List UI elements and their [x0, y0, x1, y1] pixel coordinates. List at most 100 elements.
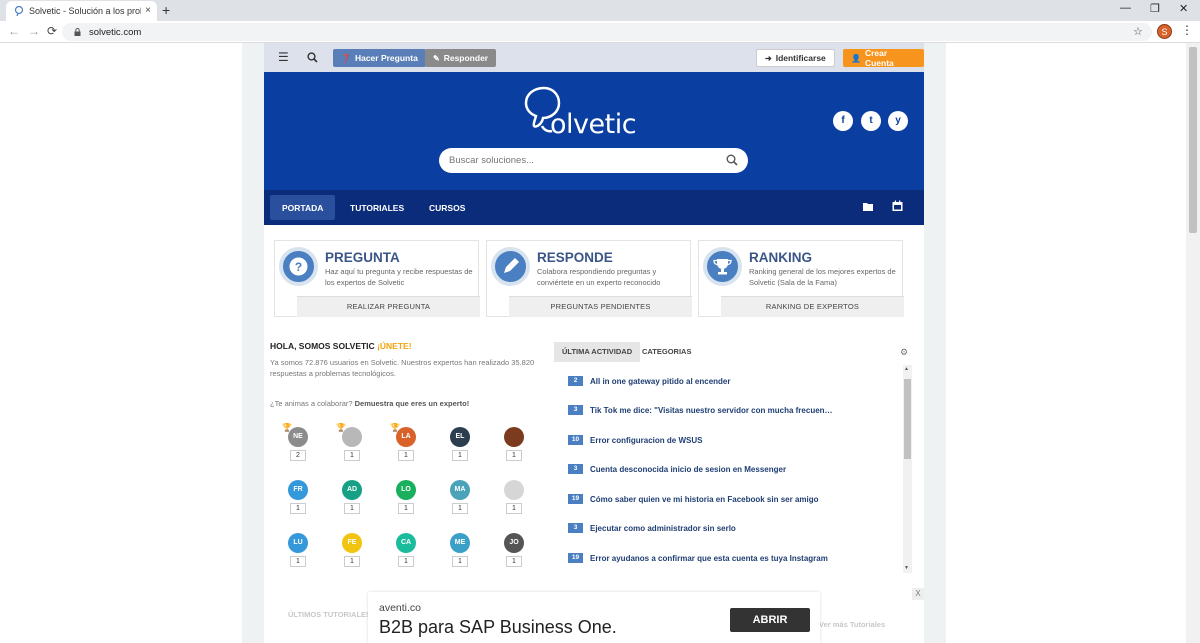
youtube-icon[interactable]: y: [888, 111, 908, 131]
back-arrow-icon[interactable]: ←: [8, 24, 20, 38]
restore-icon[interactable]: ❐: [1150, 2, 1160, 15]
activity-title[interactable]: Error configuracion de WSUS: [590, 436, 702, 445]
ad-banner[interactable]: aventi.co B2B para SAP Business One. ABR…: [368, 592, 820, 643]
nav-cursos[interactable]: CURSOS: [417, 195, 477, 220]
search-submit-icon[interactable]: [726, 154, 738, 166]
reload-icon[interactable]: ⟳: [47, 24, 57, 38]
signup-button[interactable]: 👤 Crear Cuenta: [843, 48, 924, 68]
facebook-icon[interactable]: f: [833, 111, 853, 131]
nav-tutoriales[interactable]: TUTORIALES: [338, 195, 416, 220]
tab-close-icon[interactable]: ×: [145, 5, 151, 16]
pending-questions-button[interactable]: PREGUNTAS PENDIENTES: [509, 296, 692, 317]
expert-user[interactable]: FE 1: [332, 529, 372, 569]
expert-user[interactable]: LO 1: [386, 476, 426, 516]
ad-open-button[interactable]: ABRIR: [730, 608, 810, 632]
avatar[interactable]: [504, 480, 524, 500]
ad-headline[interactable]: B2B para SAP Business One.: [379, 617, 617, 638]
avatar[interactable]: AD: [342, 480, 362, 500]
answer-count: 1: [452, 450, 468, 461]
browser-tabbar: Solvetic - Solución a los problemas × + …: [0, 0, 1200, 21]
new-tab-icon[interactable]: +: [162, 2, 170, 18]
avatar[interactable]: [504, 427, 524, 447]
activity-title[interactable]: Error ayudanos a confirmar que esta cuen…: [590, 554, 828, 563]
folder-open-icon[interactable]: [862, 200, 875, 212]
activity-title[interactable]: Tik Tok me dice: "Visitas nuestro servid…: [590, 406, 833, 415]
avatar[interactable]: CA: [396, 533, 416, 553]
site-search-box: [439, 148, 748, 173]
tab-categories[interactable]: CATEGORIAS: [634, 342, 699, 362]
expert-user[interactable]: CA 1: [386, 529, 426, 569]
expert-user[interactable]: MA 1: [440, 476, 480, 516]
avatar[interactable]: ME: [450, 533, 470, 553]
expert-user[interactable]: JO 1: [494, 529, 534, 569]
avatar[interactable]: FE: [342, 533, 362, 553]
login-button[interactable]: ➜ Identificarse: [756, 49, 835, 67]
activity-title[interactable]: Cuenta desconocida inicio de sesion en M…: [590, 465, 786, 474]
more-tutorials-link[interactable]: Ver más Tutoriales: [819, 620, 885, 629]
activity-scrollbar[interactable]: ▲ ▼: [903, 365, 912, 573]
list-item[interactable]: 3 Ejecutar como administrador sin serlo: [568, 522, 736, 534]
activity-title[interactable]: Ejecutar como administrador sin serlo: [590, 524, 736, 533]
ranking-experts-button[interactable]: RANKING DE EXPERTOS: [721, 296, 904, 317]
list-item[interactable]: 3 Cuenta desconocida inicio de sesion en …: [568, 463, 786, 475]
bookmark-star-icon[interactable]: ☆: [1133, 25, 1143, 38]
expert-link[interactable]: Demuestra que eres un experto!: [355, 399, 470, 408]
page-scrollbar[interactable]: [1186, 43, 1200, 643]
expert-user[interactable]: 1: [494, 476, 534, 516]
ask-question-button[interactable]: ❓ Hacer Pregunta: [333, 49, 426, 67]
hamburger-menu-icon[interactable]: ☰: [278, 50, 289, 64]
profile-avatar[interactable]: S: [1157, 24, 1172, 39]
tab-latest-activity[interactable]: ÚLTIMA ACTIVIDAD: [554, 342, 641, 362]
list-item[interactable]: 2 All in one gateway pitido al encender: [568, 375, 730, 387]
expert-user[interactable]: AD 1: [332, 476, 372, 516]
list-item[interactable]: 19 Cómo saber quien ve mi historia en Fac…: [568, 493, 819, 505]
browser-menu-icon[interactable]: ⋮: [1181, 23, 1193, 37]
page-scrollbar-thumb[interactable]: [1189, 47, 1197, 233]
join-link[interactable]: ¡ÚNETE!: [377, 341, 411, 351]
gear-icon[interactable]: ⚙: [900, 347, 908, 358]
calendar-icon[interactable]: [891, 200, 904, 212]
expert-user[interactable]: FR 1: [278, 476, 318, 516]
list-item[interactable]: 19 Error ayudanos a confirmar que esta cu…: [568, 552, 828, 564]
window-close-icon[interactable]: ✕: [1179, 2, 1188, 15]
avatar[interactable]: FR: [288, 480, 308, 500]
user-plus-icon: 👤: [851, 53, 861, 63]
scroll-up-icon[interactable]: ▲: [904, 366, 909, 372]
search-icon[interactable]: [307, 52, 318, 63]
activity-title[interactable]: All in one gateway pitido al encender: [590, 377, 730, 386]
avatar[interactable]: LU: [288, 533, 308, 553]
avatar[interactable]: JO: [504, 533, 524, 553]
expert-user[interactable]: 🏆 1: [332, 423, 372, 463]
forward-arrow-icon[interactable]: →: [28, 24, 40, 38]
ask-question-card-button[interactable]: REALIZAR PREGUNTA: [297, 296, 480, 317]
ad-close-icon[interactable]: X: [912, 588, 924, 600]
expert-user[interactable]: 1: [494, 423, 534, 463]
answer-button[interactable]: ✎ Responder: [425, 49, 497, 67]
scroll-down-icon[interactable]: ▼: [904, 565, 909, 571]
avatar[interactable]: LO: [396, 480, 416, 500]
list-item[interactable]: 10 Error configuracion de WSUS: [568, 434, 702, 446]
expert-user[interactable]: EL 1: [440, 423, 480, 463]
nav-portada[interactable]: PORTADA: [270, 195, 336, 220]
activity-scrollbar-thumb[interactable]: [904, 379, 911, 459]
url-field[interactable]: solvetic.com: [62, 23, 1152, 41]
expert-user[interactable]: NE 🏆 2: [278, 423, 318, 463]
answer-count: 1: [398, 503, 414, 514]
expert-user[interactable]: LA 🏆 1: [386, 423, 426, 463]
sign-in-icon: ➜: [765, 53, 772, 63]
list-item[interactable]: 3 Tik Tok me dice: "Visitas nuestro servi…: [568, 404, 833, 416]
avatar[interactable]: EL: [450, 427, 470, 447]
browser-tab[interactable]: Solvetic - Solución a los problemas ×: [6, 1, 157, 21]
trophy-icon: 🏆: [390, 423, 400, 432]
expert-user[interactable]: LU 1: [278, 529, 318, 569]
twitter-icon[interactable]: t: [861, 111, 881, 131]
activity-title[interactable]: Cómo saber quien ve mi historia en Faceb…: [590, 495, 819, 504]
answer-count: 1: [398, 450, 414, 461]
answer-label: Responder: [443, 53, 489, 63]
avatar[interactable]: MA: [450, 480, 470, 500]
minimize-icon[interactable]: —: [1120, 2, 1131, 14]
site-search-input[interactable]: [449, 155, 709, 166]
answer-count: 1: [344, 556, 360, 567]
expert-user[interactable]: ME 1: [440, 529, 480, 569]
logo-text: olvetic: [550, 109, 637, 140]
